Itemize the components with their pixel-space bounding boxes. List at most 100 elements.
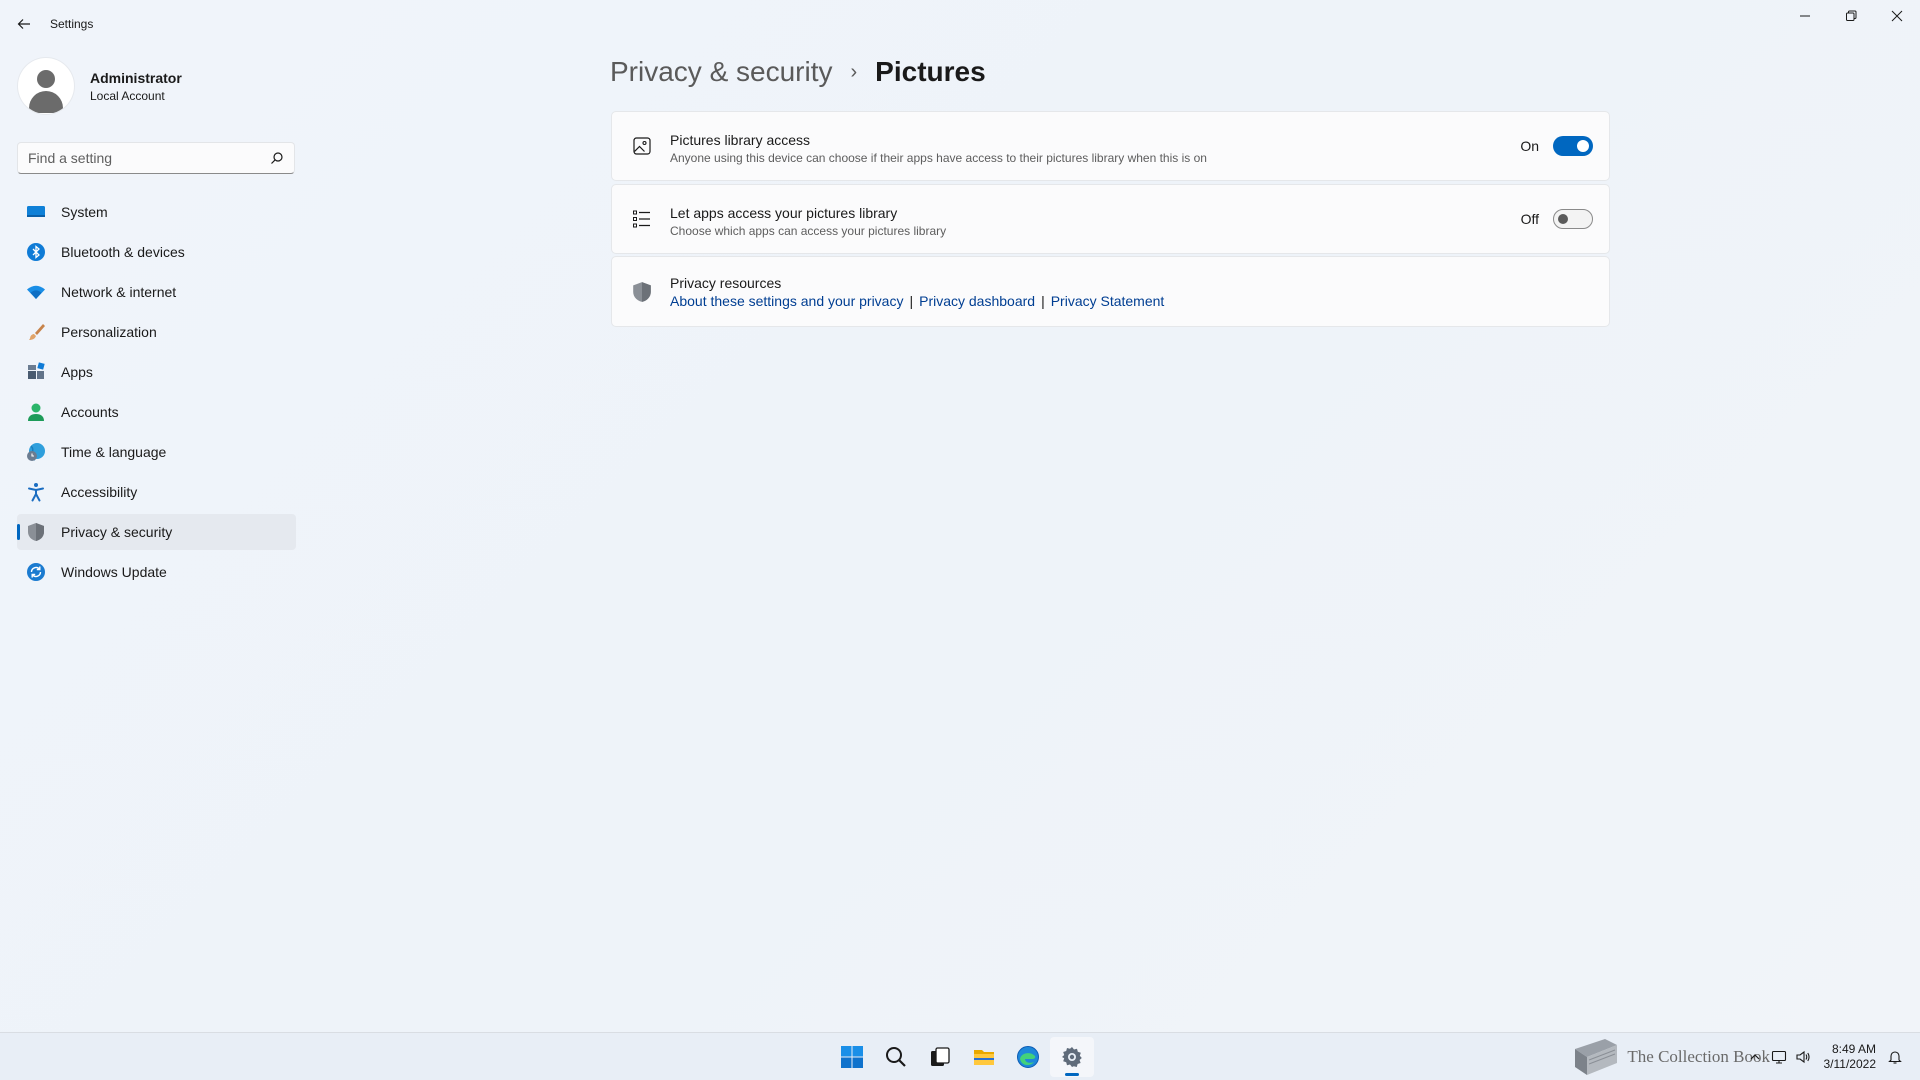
toggle-state-label: Off [1520, 211, 1539, 227]
setting-card-pictures-library-access: Pictures library access Anyone using thi… [611, 111, 1610, 181]
file-explorer-button[interactable] [962, 1037, 1006, 1077]
minimize-icon [1800, 15, 1810, 17]
restore-icon [1846, 10, 1857, 21]
close-button[interactable] [1874, 0, 1920, 32]
clock[interactable]: 8:49 AM 3/11/2022 [1824, 1042, 1877, 1072]
sidebar-item-network[interactable]: Network & internet [17, 274, 296, 310]
network-icon[interactable] [1768, 1046, 1790, 1068]
taskbar-apps [830, 1033, 1094, 1080]
setting-title: Pictures library access [670, 132, 811, 148]
sidebar-item-label: Privacy & security [61, 524, 173, 540]
clock-date: 3/11/2022 [1823, 1057, 1877, 1071]
taskbar: The Collection Book 8:49 AM 3/11/2022 [0, 1032, 1920, 1080]
list-icon [630, 207, 654, 231]
sidebar-item-accessibility[interactable]: Accessibility [17, 474, 296, 510]
search-input[interactable] [18, 150, 258, 166]
privacy-resources-card: Privacy resources About these settings a… [611, 256, 1610, 327]
sidebar-item-label: System [61, 204, 108, 220]
sidebar-item-time-language[interactable]: Time & language [17, 434, 296, 470]
search-box [17, 142, 295, 174]
shield-icon [630, 280, 654, 304]
setting-title: Let apps access your pictures library [670, 205, 898, 221]
toggle-state-label: On [1520, 138, 1539, 154]
sidebar-item-accounts[interactable]: Accounts [17, 394, 296, 430]
toggle-group: On [1520, 136, 1593, 156]
account-type: Local Account [90, 88, 165, 103]
update-icon [26, 562, 46, 582]
account-card[interactable]: Administrator Local Account [18, 58, 182, 114]
sidebar-item-label: Accounts [61, 404, 119, 420]
back-arrow-icon [17, 19, 30, 29]
account-name: Administrator [90, 69, 182, 86]
edge-icon [1017, 1046, 1039, 1068]
globe-clock-icon [26, 442, 46, 462]
link-separator: | [1041, 293, 1045, 309]
sidebar-item-privacy-security[interactable]: Privacy & security [17, 514, 296, 550]
privacy-resources-title: Privacy resources [670, 275, 782, 291]
task-view-button[interactable] [918, 1037, 962, 1077]
window-controls [1782, 0, 1920, 32]
privacy-links: About these settings and your privacy | … [670, 293, 1164, 309]
wifi-icon [26, 282, 46, 302]
setting-description: Choose which apps can access your pictur… [670, 224, 947, 238]
sidebar-item-apps[interactable]: Apps [17, 354, 296, 390]
sidebar-item-label: Time & language [61, 444, 167, 460]
sidebar-item-label: Personalization [61, 324, 157, 340]
let-apps-access-toggle[interactable] [1553, 209, 1593, 229]
privacy-statement-link[interactable]: Privacy Statement [1051, 293, 1165, 309]
sidebar-nav: System Bluetooth & devices Network & int… [17, 194, 296, 594]
pictures-library-access-toggle[interactable] [1553, 136, 1593, 156]
minimize-button[interactable] [1782, 0, 1828, 32]
sidebar-item-system[interactable]: System [17, 194, 296, 230]
picture-icon [630, 134, 654, 158]
system-tray: 8:49 AM 3/11/2022 [1742, 1033, 1907, 1080]
bluetooth-icon [26, 242, 46, 262]
breadcrumb: Privacy & security › Pictures [610, 56, 986, 88]
settings-app-button[interactable] [1050, 1037, 1094, 1077]
accounts-icon [26, 402, 46, 422]
sidebar-item-label: Accessibility [61, 484, 138, 500]
sidebar-item-label: Windows Update [61, 564, 167, 580]
sidebar-item-label: Network & internet [61, 284, 177, 300]
brush-icon [26, 322, 46, 342]
setting-description: Anyone using this device can choose if t… [670, 151, 1207, 165]
title-bar: Settings [0, 0, 1920, 48]
search-icon[interactable] [270, 151, 284, 165]
setting-card-let-apps-access[interactable]: Let apps access your pictures library Ch… [611, 184, 1610, 254]
privacy-dashboard-link[interactable]: Privacy dashboard [919, 293, 1035, 309]
system-icon [26, 202, 46, 222]
accessibility-icon [26, 482, 46, 502]
notification-icon[interactable] [1884, 1046, 1906, 1068]
breadcrumb-parent-link[interactable]: Privacy & security [610, 56, 833, 88]
watermark: The Collection Book [1569, 1033, 1770, 1080]
chevron-right-icon: › [850, 60, 858, 83]
book-icon [1575, 1039, 1618, 1075]
search-icon [886, 1047, 906, 1067]
back-button[interactable] [10, 12, 38, 36]
task-view-icon [931, 1047, 950, 1066]
close-icon [1891, 10, 1903, 22]
settings-window: Settings Administrator Local Account Fin… [0, 0, 1920, 1032]
app-title: Settings [50, 17, 94, 31]
clock-time: 8:49 AM [1831, 1042, 1876, 1056]
apps-icon [26, 362, 46, 382]
file-explorer-icon [974, 1050, 994, 1065]
about-privacy-link[interactable]: About these settings and your privacy [670, 293, 903, 309]
sidebar-item-windows-update[interactable]: Windows Update [17, 554, 296, 590]
chevron-up-icon[interactable] [1744, 1046, 1766, 1068]
avatar [18, 58, 74, 114]
sidebar-item-bluetooth[interactable]: Bluetooth & devices [17, 234, 296, 270]
page-title: Pictures [875, 56, 986, 87]
settings-icon [1062, 1047, 1082, 1067]
volume-icon[interactable] [1792, 1046, 1814, 1068]
link-separator: | [909, 293, 914, 309]
shield-icon [26, 522, 46, 542]
sidebar-item-label: Apps [61, 364, 93, 380]
sidebar-item-label: Bluetooth & devices [61, 244, 185, 260]
edge-button[interactable] [1006, 1037, 1050, 1077]
taskbar-search-button[interactable] [874, 1037, 918, 1077]
start-icon [841, 1046, 863, 1068]
sidebar-item-personalization[interactable]: Personalization [17, 314, 296, 350]
restore-button[interactable] [1828, 0, 1874, 32]
start-button[interactable] [830, 1037, 874, 1077]
